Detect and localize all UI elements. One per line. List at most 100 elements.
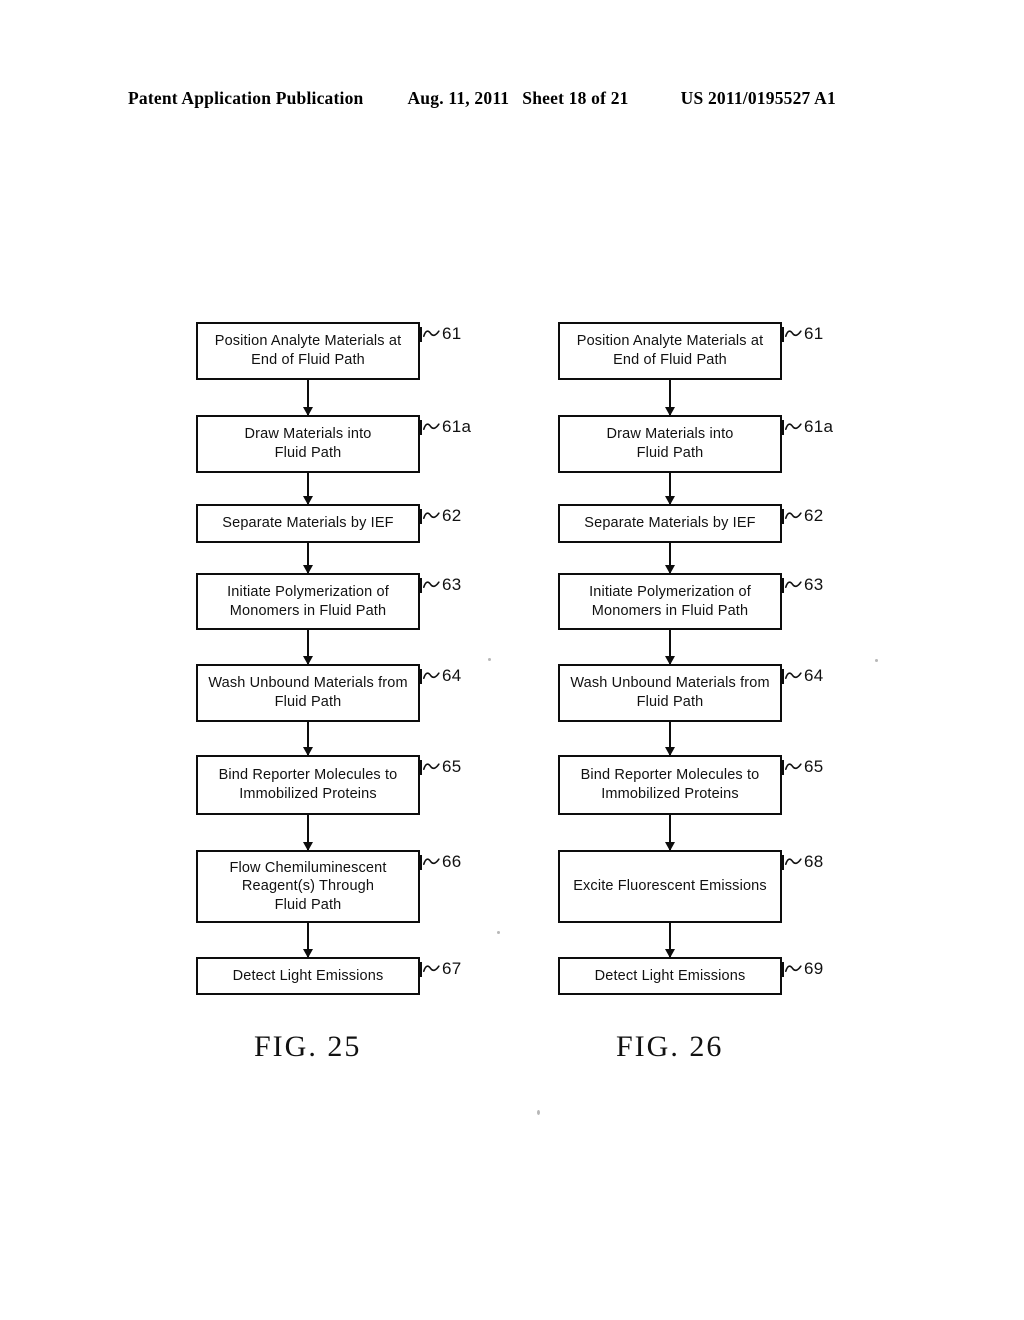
reference-numeral: 62 [804,506,824,525]
flow-connector-arrow [303,722,313,756]
flow-connector-arrow [303,543,313,574]
flow-step-box-67: Detect Light Emissions [196,957,420,995]
flow-step-label: Detect Light Emissions [594,967,746,984]
reference-numeral: 61 [442,324,462,343]
leader-tick [782,419,784,435]
flow-step-label: Separate Materials by IEF [584,515,756,532]
flow-connector-arrow [303,923,313,958]
reference-numeral: 65 [804,757,824,776]
reference-numeral: 69 [804,959,824,978]
flow-step-label: Flow Chemiluminescent Reagent(s) Through… [229,859,387,913]
flow-step-label: Draw Materials into Fluid Path [244,426,372,461]
reference-numeral-leader-64: 64 [420,666,462,685]
flow-connector-arrow [665,543,675,574]
leader-tick [420,759,422,775]
reference-numeral-leader-61: 61 [420,324,462,343]
reference-numeral: 61 [804,324,824,343]
flow-step-label: Separate Materials by IEF [222,515,394,532]
flow-step-label: Initiate Polymerization of Monomers in F… [589,583,751,619]
drawing-sheet: Position Analyte Materials at End of Flu… [0,0,1024,1320]
reference-numeral-leader-64: 64 [782,666,824,685]
reference-numeral-leader-63: 63 [420,575,462,594]
flow-step-label: Initiate Polymerization of Monomers in F… [227,583,389,619]
leader-tick [782,668,784,684]
reference-numeral-leader-66: 66 [420,852,462,871]
scan-speckle [537,1110,540,1115]
flow-step-box-64: Wash Unbound Materials from Fluid Path [558,664,782,722]
leader-tick [420,961,422,977]
flow-step-label: Position Analyte Materials at End of Flu… [214,333,402,368]
leader-tick [782,854,784,870]
flow-connector-arrow [303,380,313,416]
flow-step-box-63: Initiate Polymerization of Monomers in F… [196,573,420,630]
leader-tick [782,961,784,977]
flow-step-box-65: Bind Reporter Molecules to Immobilized P… [196,755,420,815]
reference-numeral: 65 [442,757,462,776]
reference-numeral-leader-62: 62 [782,506,824,525]
flow-connector-arrow [303,815,313,851]
flow-step-box-69: Detect Light Emissions [558,957,782,995]
reference-numeral: 68 [804,852,824,871]
reference-numeral-leader-67: 67 [420,959,462,978]
leader-tick [782,577,784,593]
flow-connector-arrow [665,923,675,958]
reference-numeral: 63 [442,575,462,594]
flow-step-label: Detect Light Emissions [232,967,384,984]
reference-numeral: 61a [442,417,472,436]
reference-numeral-leader-61: 61 [782,324,824,343]
reference-numeral: 63 [804,575,824,594]
flow-step-box-66: Flow Chemiluminescent Reagent(s) Through… [196,850,420,923]
flow-connector-arrow [665,473,675,505]
reference-numeral-leader-69: 69 [782,959,824,978]
leader-tick [782,508,784,524]
reference-numeral-leader-63: 63 [782,575,824,594]
flow-step-box-61a: Draw Materials into Fluid Path [196,415,420,473]
reference-numeral-leader-61a: 61a [420,417,472,436]
flow-step-label: Position Analyte Materials at End of Flu… [576,333,764,368]
figure-26-caption: FIG. 26 [616,1030,724,1063]
reference-numeral: 66 [442,852,462,871]
reference-numeral: 61a [804,417,834,436]
leader-tick [782,326,784,342]
flow-step-box-63: Initiate Polymerization of Monomers in F… [558,573,782,630]
flow-step-label: Bind Reporter Molecules to Immobilized P… [218,767,398,802]
reference-numeral-leader-65: 65 [420,757,462,776]
flow-connector-arrow [665,815,675,851]
flow-connector-arrow [303,630,313,665]
leader-tick [782,759,784,775]
reference-numeral: 67 [442,959,462,978]
reference-numeral: 64 [804,666,824,685]
reference-numeral: 62 [442,506,462,525]
reference-numeral-leader-61a: 61a [782,417,834,436]
leader-tick [420,668,422,684]
leader-tick [420,326,422,342]
reference-numeral-leader-65: 65 [782,757,824,776]
flow-step-label: Excite Fluorescent Emissions [573,878,767,895]
reference-numeral-leader-62: 62 [420,506,462,525]
scan-speckle [497,931,500,934]
scan-speckle [875,659,878,662]
flow-step-box-61: Position Analyte Materials at End of Flu… [196,322,420,380]
flow-step-box-64: Wash Unbound Materials from Fluid Path [196,664,420,722]
leader-tick [420,854,422,870]
flow-connector-arrow [665,630,675,665]
figure-25-caption: FIG. 25 [254,1030,362,1063]
leader-tick [420,419,422,435]
flow-step-box-61: Position Analyte Materials at End of Flu… [558,322,782,380]
leader-tick [420,508,422,524]
flow-step-label: Wash Unbound Materials from Fluid Path [208,675,408,710]
leader-tick [420,577,422,593]
flow-connector-arrow [665,380,675,416]
flow-step-label: Bind Reporter Molecules to Immobilized P… [580,767,760,802]
reference-numeral: 64 [442,666,462,685]
scan-speckle [488,658,491,661]
flow-connector-arrow [303,473,313,505]
flow-step-box-68: Excite Fluorescent Emissions [558,850,782,923]
flow-connector-arrow [665,722,675,756]
flow-step-box-62: Separate Materials by IEF [196,504,420,543]
flow-step-label: Draw Materials into Fluid Path [606,426,734,461]
reference-numeral-leader-68: 68 [782,852,824,871]
flow-step-box-65: Bind Reporter Molecules to Immobilized P… [558,755,782,815]
flow-step-box-62: Separate Materials by IEF [558,504,782,543]
flow-step-label: Wash Unbound Materials from Fluid Path [570,675,770,710]
